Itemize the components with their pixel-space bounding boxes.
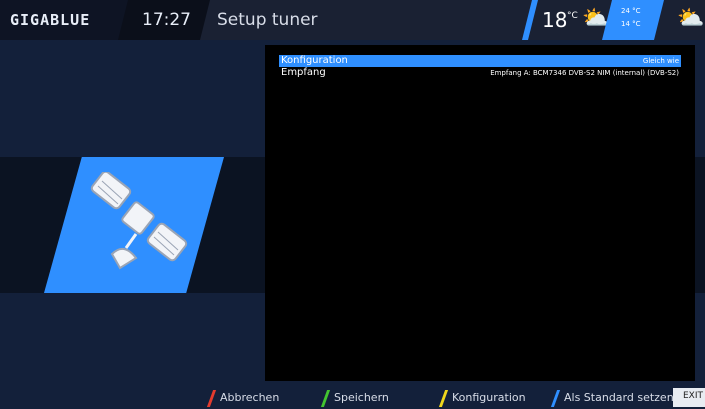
- brand-logo: GIGABLUE: [10, 11, 91, 29]
- red-key-indicator: [206, 390, 217, 407]
- green-button-speichern[interactable]: Speichern: [320, 387, 389, 407]
- temperature-unit: °C: [567, 11, 578, 21]
- red-button-abbrechen[interactable]: Abbrechen: [206, 387, 279, 407]
- setting-row-konfiguration[interactable]: Konfiguration Gleich wie: [279, 55, 681, 67]
- page-title: Setup tuner: [217, 10, 318, 30]
- button-label: Speichern: [334, 391, 389, 404]
- setting-label: Empfang: [281, 67, 326, 78]
- cloud-sun-icon: ⛅: [677, 6, 705, 31]
- setting-value: Gleich wie: [642, 57, 679, 65]
- blue-button-als-standard-setzen[interactable]: Als Standard setzen: [550, 387, 674, 407]
- yellow-button-konfiguration[interactable]: Konfiguration: [438, 387, 526, 407]
- exit-label: EXIT: [683, 391, 704, 401]
- yellow-key-indicator: [438, 390, 449, 407]
- green-key-indicator: [320, 390, 331, 407]
- button-label: Als Standard setzen: [564, 391, 674, 404]
- button-label: Konfiguration: [452, 391, 526, 404]
- current-temperature: 18: [542, 8, 568, 32]
- settings-list: Konfiguration Gleich wie Empfang Empfang…: [265, 45, 695, 381]
- forecast-low: 14 °C: [621, 20, 641, 28]
- forecast-high: 24 °C: [621, 7, 641, 15]
- button-label: Abbrechen: [220, 391, 280, 404]
- setting-label: Konfiguration: [281, 55, 348, 66]
- setting-row-empfang[interactable]: Empfang Empfang A: BCM7346 DVB-S2 NIM (i…: [279, 67, 681, 79]
- clock: 17:27: [142, 10, 191, 30]
- satellite-icon: [90, 172, 188, 270]
- blue-key-indicator: [550, 390, 561, 407]
- setting-value: Empfang A: BCM7346 DVB-S2 NIM (internal)…: [490, 69, 679, 77]
